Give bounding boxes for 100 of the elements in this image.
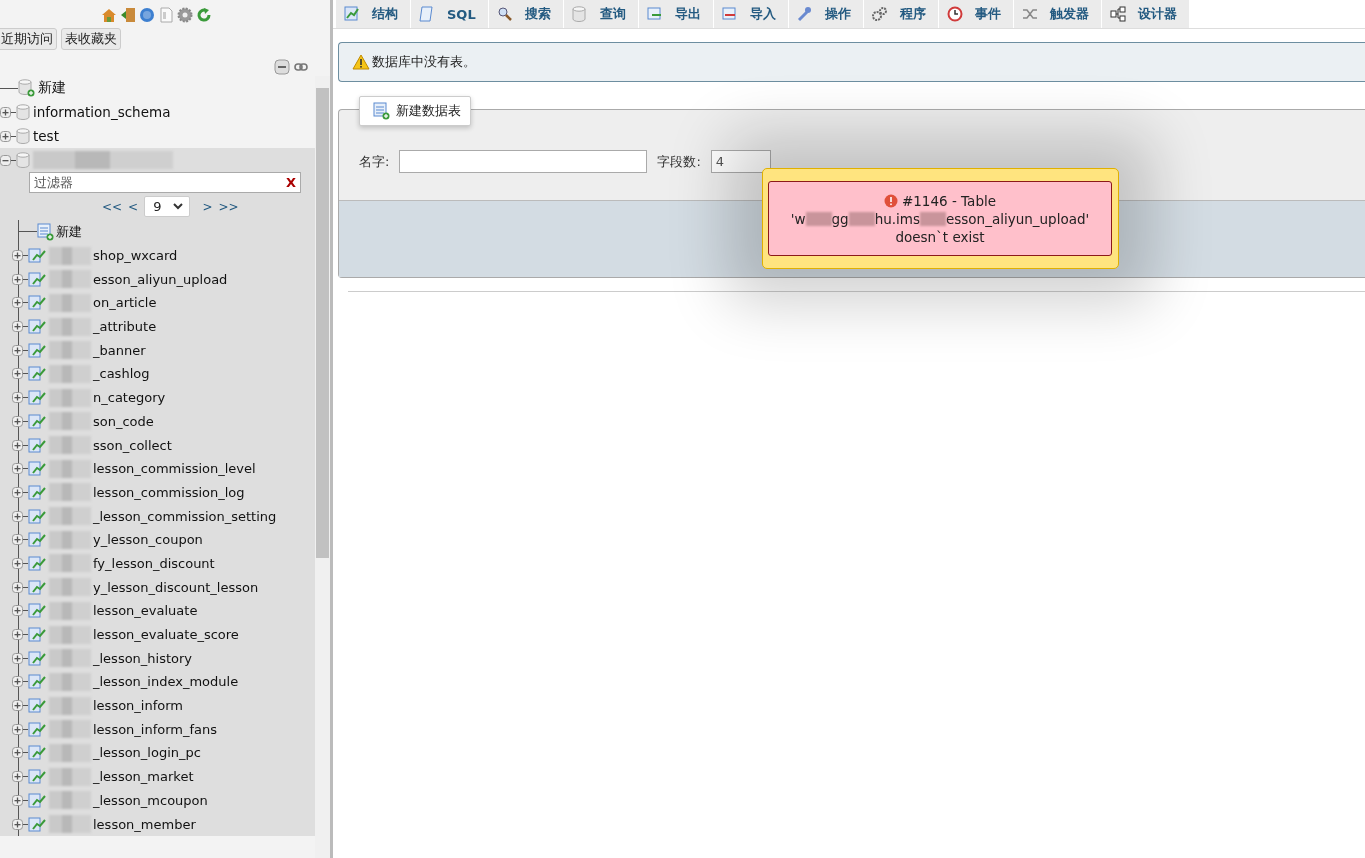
expand-toggle[interactable]	[12, 463, 23, 475]
new-database-icon[interactable]	[18, 79, 35, 97]
filter-field[interactable]: 过滤器 X	[29, 172, 301, 193]
expand-toggle[interactable]	[12, 723, 23, 735]
table-name[interactable]: _lesson_mcoupon	[93, 792, 208, 808]
table-icon[interactable]	[28, 674, 46, 690]
table-icon[interactable]	[28, 271, 46, 287]
expand-toggle[interactable]	[12, 700, 23, 712]
table-name[interactable]: esson_aliyun_upload	[93, 271, 228, 287]
table-icon[interactable]	[28, 745, 46, 761]
table-icon[interactable]	[28, 721, 46, 737]
table-name[interactable]: _lesson_login_pc	[93, 745, 201, 761]
expand-toggle[interactable]	[0, 106, 11, 118]
table-name[interactable]: _cashlog	[93, 366, 150, 382]
expand-toggle[interactable]	[12, 629, 23, 641]
expand-toggle[interactable]	[12, 676, 23, 688]
expand-toggle[interactable]	[0, 130, 11, 142]
table-name[interactable]: sson_collect	[93, 437, 172, 453]
expand-toggle[interactable]	[12, 368, 23, 380]
table-icon[interactable]	[28, 413, 46, 429]
table-icon[interactable]	[28, 319, 46, 335]
tab[interactable]: 触发器	[1013, 0, 1102, 28]
help-icon[interactable]	[139, 7, 155, 23]
next-page-link[interactable]: >	[202, 199, 213, 214]
table-name[interactable]: lesson_commission_log	[93, 484, 245, 500]
expand-toggle[interactable]	[12, 321, 23, 333]
tab[interactable]: 结构	[336, 0, 411, 28]
table-name[interactable]: _lesson_history	[93, 650, 193, 666]
table-name[interactable]: son_code	[93, 413, 154, 429]
table-name[interactable]: lesson_member	[93, 816, 196, 832]
scroll-thumb[interactable]	[316, 88, 329, 558]
tab[interactable]: 事件	[938, 0, 1014, 28]
table-icon[interactable]	[28, 816, 46, 832]
table-name[interactable]: n_category	[93, 390, 166, 406]
nav-tab[interactable]: 表收藏夹	[61, 28, 121, 50]
table-name[interactable]: _lesson_market	[93, 769, 194, 785]
reload-icon[interactable]	[196, 7, 212, 23]
table-name[interactable]: _lesson_index_module	[93, 674, 239, 690]
expand-toggle[interactable]	[12, 771, 23, 783]
table-name[interactable]: _lesson_commission_setting	[93, 508, 277, 524]
database-icon[interactable]	[16, 152, 30, 168]
expand-toggle[interactable]	[12, 534, 23, 546]
collapse-toggle[interactable]	[0, 154, 11, 166]
table-icon[interactable]	[28, 508, 46, 524]
tab[interactable]: 程序	[863, 0, 939, 28]
new-table-link[interactable]: 新建	[56, 222, 82, 241]
database-icon[interactable]	[16, 104, 30, 120]
database-name[interactable]: 新建	[38, 79, 66, 97]
table-icon[interactable]	[28, 461, 46, 477]
tab[interactable]: 操作	[788, 0, 864, 28]
expand-toggle[interactable]	[12, 605, 23, 617]
first-page-link[interactable]: <<	[102, 199, 123, 214]
table-name[interactable]: y_lesson_coupon	[93, 532, 203, 548]
table-name[interactable]: lesson_inform	[93, 698, 183, 714]
tab[interactable]: SQL	[411, 0, 489, 28]
table-icon[interactable]	[28, 342, 46, 358]
tab[interactable]: 设计器	[1101, 0, 1190, 28]
name-field[interactable]	[399, 150, 648, 173]
expand-toggle[interactable]	[12, 818, 23, 830]
table-icon[interactable]	[28, 792, 46, 808]
previous-page-link[interactable]: <	[128, 199, 139, 214]
collapse-all-icon[interactable]	[274, 58, 290, 75]
expand-toggle[interactable]	[12, 273, 23, 285]
table-name[interactable]: lesson_evaluate_score	[93, 627, 239, 643]
table-icon[interactable]	[28, 248, 46, 264]
tab[interactable]: 搜索	[488, 0, 564, 28]
expand-toggle[interactable]	[12, 510, 23, 522]
table-name[interactable]: lesson_commission_level	[93, 461, 256, 477]
table-icon[interactable]	[28, 579, 46, 595]
tab[interactable]: 导出	[638, 0, 714, 28]
expand-toggle[interactable]	[12, 415, 23, 427]
table-name[interactable]: fy_lesson_discount	[93, 555, 215, 571]
document-icon[interactable]	[158, 7, 174, 23]
expand-toggle[interactable]	[12, 581, 23, 593]
expand-toggle[interactable]	[12, 486, 23, 498]
table-icon[interactable]	[28, 650, 46, 666]
table-name[interactable]: shop_wxcard	[93, 248, 178, 264]
table-icon[interactable]	[28, 555, 46, 571]
expand-toggle[interactable]	[12, 439, 23, 451]
table-icon[interactable]	[28, 295, 46, 311]
clear-button[interactable]: X	[285, 175, 300, 190]
database-name[interactable]: information_schema	[33, 104, 171, 120]
new-table-icon[interactable]	[37, 222, 54, 241]
expand-toggle[interactable]	[12, 794, 23, 806]
settings-icon[interactable]	[177, 7, 193, 23]
expand-toggle[interactable]	[12, 297, 23, 309]
last-page-link[interactable]: >>	[218, 199, 239, 214]
door-icon[interactable]	[120, 7, 136, 23]
expand-toggle[interactable]	[12, 747, 23, 759]
table-name[interactable]: lesson_inform_fans	[93, 721, 218, 737]
expand-toggle[interactable]	[12, 557, 23, 569]
home-icon[interactable]	[101, 7, 117, 23]
table-name[interactable]: lesson_evaluate	[93, 603, 198, 619]
table-icon[interactable]	[28, 437, 46, 453]
page-select[interactable]: 9	[144, 196, 191, 217]
table-icon[interactable]	[28, 627, 46, 643]
table-name[interactable]: on_article	[93, 295, 157, 311]
table-icon[interactable]	[28, 603, 46, 619]
table-name[interactable]: y_lesson_discount_lesson	[93, 579, 259, 595]
database-name[interactable]: test	[33, 128, 59, 144]
